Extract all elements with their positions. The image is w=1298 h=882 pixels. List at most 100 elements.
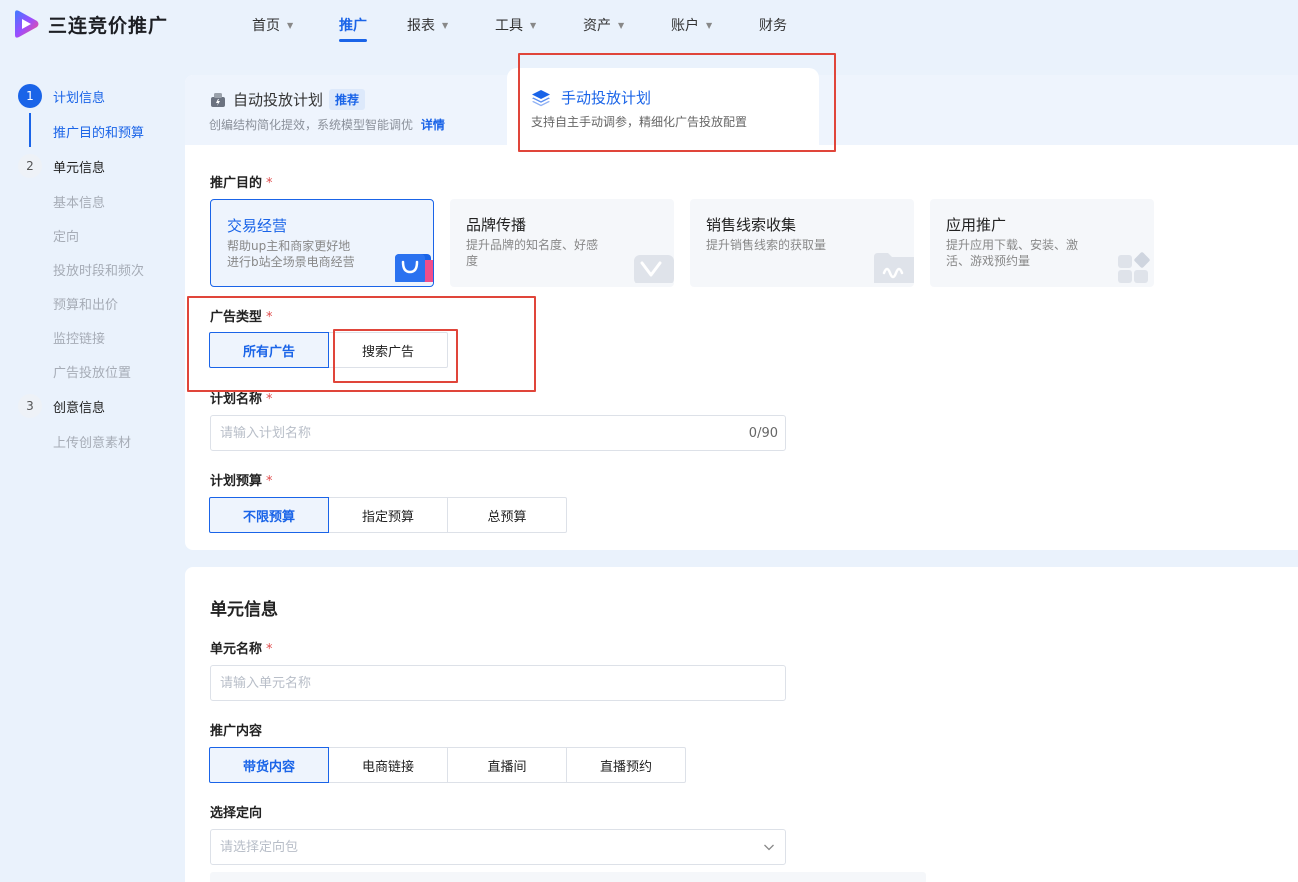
step-number: 1 xyxy=(18,84,42,108)
step-plan-info[interactable]: 1 计划信息 xyxy=(18,84,105,108)
unit-section-title: 单元信息 xyxy=(210,600,278,620)
manual-plan-tab[interactable]: 手动投放计划 支持自主手动调参，精细化广告投放配置 xyxy=(507,68,819,145)
plan-budget-label: 计划预算 * xyxy=(210,470,273,489)
goal-title: 销售线索收集 xyxy=(706,216,797,234)
goal-title: 应用推广 xyxy=(946,216,1007,234)
nav-account-label: 账户 xyxy=(671,18,699,34)
caret-down-icon: ▼ xyxy=(287,20,294,30)
goal-option-ecommerce[interactable]: 交易经营 帮助up主和商家更好地进行b站全场景电商经营 xyxy=(210,199,434,287)
nav-account[interactable]: 账户 ▼ xyxy=(671,15,712,35)
unit-name-label: 单元名称 * xyxy=(210,638,273,657)
ad-type-all[interactable]: 所有广告 xyxy=(209,332,329,368)
step-unit-info[interactable]: 2 单元信息 xyxy=(18,154,105,178)
required-mark: * xyxy=(266,176,273,191)
caret-down-icon: ▼ xyxy=(618,20,625,30)
goal-option-leads[interactable]: 销售线索收集 提升销售线索的获取量 xyxy=(690,199,914,287)
goal-title: 交易经营 xyxy=(227,217,288,235)
plan-type-tabs: 自动投放计划 推荐 创编结构简化提效，系统模型智能调优 详情 手动投放计划 支持… xyxy=(185,68,1298,145)
goal-desc: 帮助up主和商家更好地进行b站全场景电商经营 xyxy=(227,239,355,269)
step-schedule[interactable]: 投放时段和频次 xyxy=(53,260,144,279)
step-targeting[interactable]: 定向 xyxy=(53,226,79,245)
step-placement[interactable]: 广告投放位置 xyxy=(53,362,131,381)
recommend-badge: 推荐 xyxy=(329,89,366,110)
step-number: 2 xyxy=(18,154,42,178)
char-counter: 0/90 xyxy=(748,426,778,441)
unit-name-label-text: 单元名称 xyxy=(210,642,263,657)
brand-icon xyxy=(630,251,674,287)
plan-budget-selector: 不限预算 指定预算 总预算 xyxy=(209,497,567,533)
unit-name-input[interactable] xyxy=(211,666,785,700)
caret-down-icon: ▼ xyxy=(530,20,537,30)
plan-budget-label-text: 计划预算 xyxy=(210,474,263,489)
caret-down-icon: ▼ xyxy=(442,20,449,30)
budget-specified[interactable]: 指定预算 xyxy=(328,497,448,533)
targeting-label-text: 选择定向 xyxy=(210,806,263,821)
required-mark: * xyxy=(266,310,273,325)
active-step-indicator xyxy=(29,113,31,147)
step-number: 3 xyxy=(18,394,42,418)
goal-desc: 提升应用下载、安装、激活、游戏预约量 xyxy=(946,238,1079,268)
step-monitor-link[interactable]: 监控链接 xyxy=(53,328,105,347)
step-creative-info[interactable]: 3 创意信息 xyxy=(18,394,105,418)
goal-desc: 提升销售线索的获取量 xyxy=(706,238,827,252)
nav-tools-label: 工具 xyxy=(495,18,523,34)
unit-name-field xyxy=(210,665,786,701)
folder-icon xyxy=(870,251,914,287)
robot-icon xyxy=(209,91,227,109)
content-live-booking[interactable]: 直播预约 xyxy=(566,747,686,783)
goal-desc: 提升品牌的知名度、好感度 xyxy=(466,238,599,268)
auto-plan-tab[interactable]: 自动投放计划 推荐 创编结构简化提效，系统模型智能调优 详情 xyxy=(209,89,445,133)
targeting-select-input[interactable] xyxy=(211,830,785,864)
goal-option-brand[interactable]: 品牌传播 提升品牌的知名度、好感度 xyxy=(450,199,674,287)
plan-name-field: 0/90 xyxy=(210,415,786,451)
budget-unlimited[interactable]: 不限预算 xyxy=(209,497,329,533)
targeting-preview-strip xyxy=(210,872,926,882)
nav-assets[interactable]: 资产 ▼ xyxy=(583,15,624,35)
content-goods[interactable]: 带货内容 xyxy=(209,747,329,783)
ad-type-label: 广告类型 * xyxy=(210,306,273,325)
step-basic-info[interactable]: 基本信息 xyxy=(53,192,105,211)
required-mark: * xyxy=(266,474,273,489)
plan-name-input[interactable] xyxy=(211,416,785,450)
app-title: 三连竞价推广 xyxy=(48,14,169,37)
goal-label: 推广目的 * xyxy=(210,172,273,191)
logo-icon xyxy=(12,9,40,39)
goal-option-app[interactable]: 应用推广 提升应用下载、安装、激活、游戏预约量 xyxy=(930,199,1154,287)
step-upload-creative[interactable]: 上传创意素材 xyxy=(53,432,131,451)
targeting-select[interactable] xyxy=(210,829,786,865)
nav-promote[interactable]: 推广 xyxy=(339,15,367,42)
chevron-down-icon xyxy=(763,841,775,857)
content-live-room[interactable]: 直播间 xyxy=(447,747,567,783)
step-goal-budget[interactable]: 推广目的和预算 xyxy=(53,122,144,141)
ad-type-search[interactable]: 搜索广告 xyxy=(328,332,448,368)
step-label: 单元信息 xyxy=(53,160,106,176)
nav-finance-label: 财务 xyxy=(759,18,787,34)
nav-home-label: 首页 xyxy=(252,18,280,34)
plan-name-label: 计划名称 * xyxy=(210,388,273,407)
ad-type-selector: 所有广告 搜索广告 xyxy=(209,332,448,368)
promo-content-selector: 带货内容 电商链接 直播间 直播预约 xyxy=(209,747,686,783)
app-logo[interactable]: 三连竞价推广 xyxy=(12,9,168,39)
caret-down-icon: ▼ xyxy=(706,20,713,30)
goal-title: 品牌传播 xyxy=(466,216,527,234)
targeting-label: 选择定向 xyxy=(210,802,262,821)
details-link[interactable]: 详情 xyxy=(421,118,445,132)
nav-reports[interactable]: 报表 ▼ xyxy=(407,15,448,35)
promo-content-label-text: 推广内容 xyxy=(210,724,263,739)
nav-assets-label: 资产 xyxy=(583,18,611,34)
step-budget-bid[interactable]: 预算和出价 xyxy=(53,294,118,313)
content-ecommerce-link[interactable]: 电商链接 xyxy=(328,747,448,783)
auto-plan-desc: 创编结构简化提效，系统模型智能调优 xyxy=(209,118,414,132)
nav-promote-label: 推广 xyxy=(339,18,367,34)
nav-home[interactable]: 首页 ▼ xyxy=(252,15,293,35)
nav-reports-label: 报表 xyxy=(407,18,435,34)
manual-plan-desc: 支持自主手动调参，精细化广告投放配置 xyxy=(531,115,748,129)
nav-finance[interactable]: 财务 xyxy=(759,15,787,35)
step-label: 创意信息 xyxy=(53,400,106,416)
goal-label-text: 推广目的 xyxy=(210,176,263,191)
nav-tools[interactable]: 工具 ▼ xyxy=(495,15,536,35)
auto-plan-title: 自动投放计划 xyxy=(233,91,324,109)
top-bar: 三连竞价推广 首页 ▼ 推广 报表 ▼ 工具 ▼ 资产 ▼ 账户 ▼ 财务 xyxy=(0,0,1298,50)
budget-total[interactable]: 总预算 xyxy=(447,497,567,533)
plan-name-label-text: 计划名称 xyxy=(210,392,263,407)
